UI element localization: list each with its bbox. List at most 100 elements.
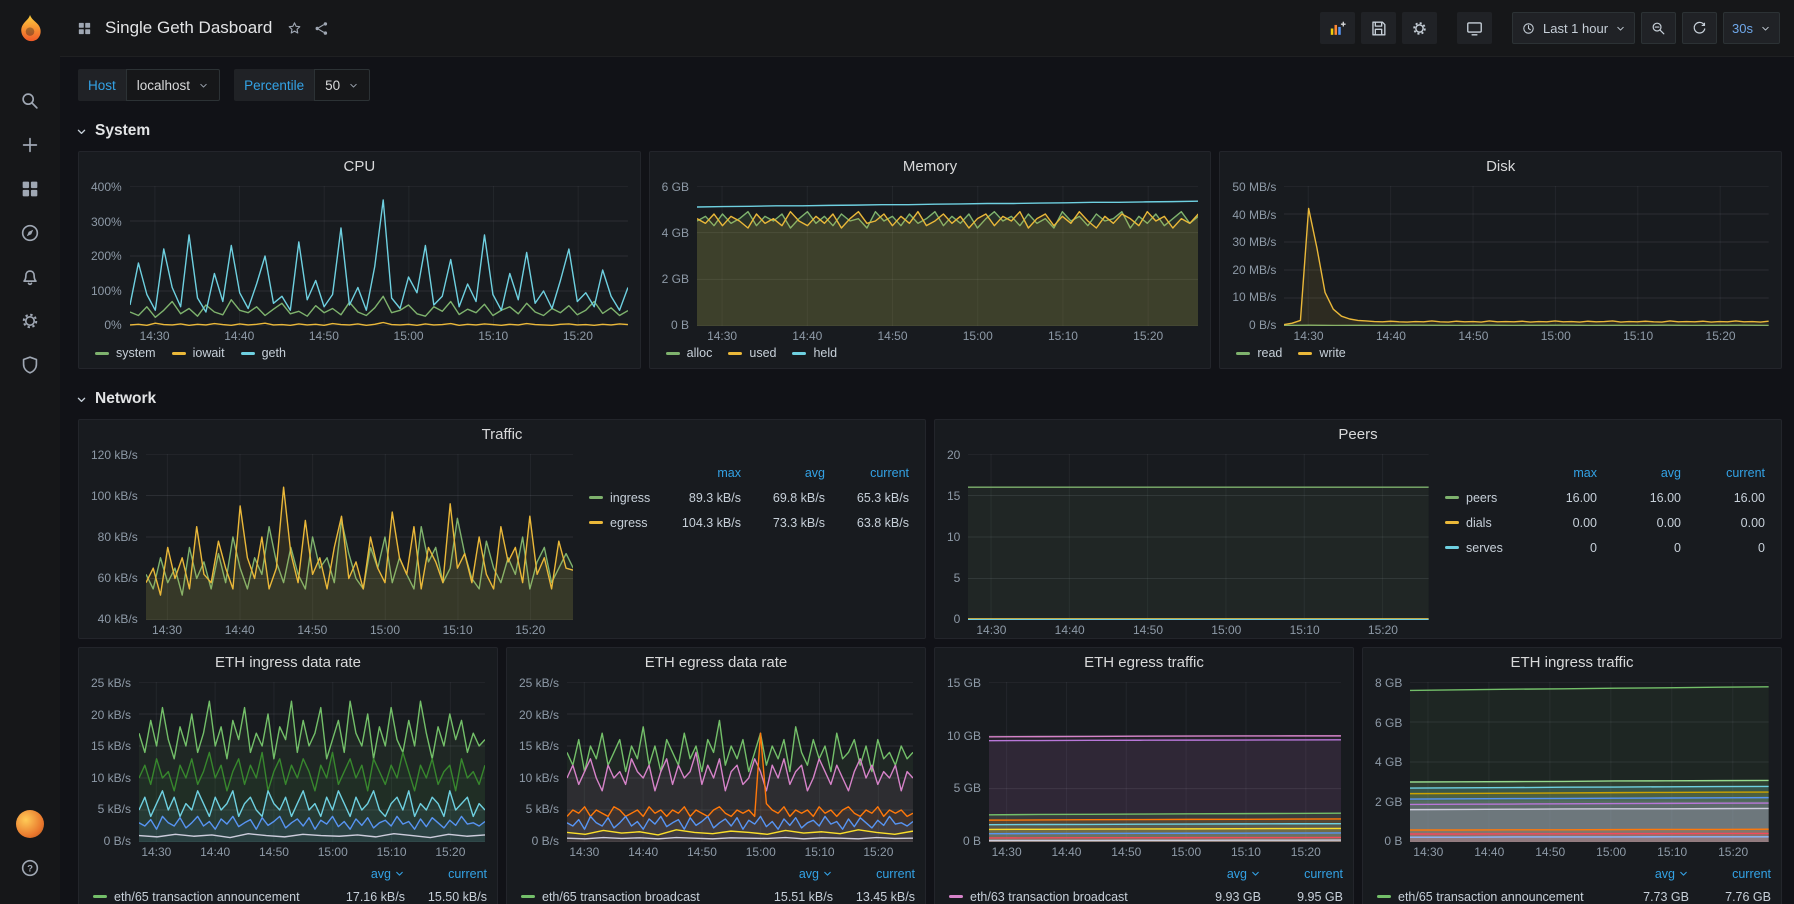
legend-item[interactable]: system [95, 346, 156, 360]
chevron-down-icon [74, 124, 89, 139]
legend-col-current[interactable]: current [1681, 466, 1765, 480]
eth-egress-rate-chart[interactable]: 25 kB/s20 kB/s15 kB/s10 kB/s5 kB/s0 B/s … [507, 676, 925, 860]
plot-area [697, 186, 1198, 326]
network-row-bottom: ETH ingress data rate 25 kB/s20 kB/s15 k… [78, 647, 1782, 904]
panel-title[interactable]: Memory [650, 152, 1211, 180]
legend-label: ingress [610, 491, 650, 505]
main-area: Single Geth Dasboard [60, 0, 1794, 904]
panel-title[interactable]: ETH ingress data rate [79, 648, 497, 676]
panel-peers: Peers 20151050 14:3014:4014:5015:0015:10… [934, 419, 1782, 639]
legend-label: dials [1466, 516, 1492, 530]
legend-item[interactable]: serves [1445, 541, 1513, 555]
legend-col-current[interactable]: current [825, 466, 909, 480]
legend-col-avg[interactable]: avg [1597, 867, 1689, 881]
grafana-logo[interactable] [0, 0, 60, 57]
panel-title[interactable]: ETH egress traffic [935, 648, 1353, 676]
legend-item[interactable]: used [728, 346, 776, 360]
zoom-out-button[interactable] [1641, 12, 1676, 44]
legend-item[interactable]: eth/65 transaction announcement [1377, 890, 1597, 904]
legend-item[interactable]: peers [1445, 491, 1513, 505]
user-avatar[interactable] [0, 802, 60, 846]
legend-item[interactable]: alloc [666, 346, 713, 360]
legend-item[interactable]: egress [589, 516, 657, 530]
add-panel-icon [1328, 19, 1347, 38]
legend-item[interactable]: dials [1445, 516, 1513, 530]
legend-col-max[interactable]: max [657, 466, 741, 480]
x-axis-labels: 14:3014:4014:5015:0015:1015:20 [139, 842, 485, 860]
legend-item[interactable]: read [1236, 346, 1282, 360]
x-axis-labels: 14:3014:4014:5015:0015:1015:20 [146, 620, 573, 638]
stat-avg: 16.00 [1597, 491, 1681, 505]
server-admin-shield-icon[interactable] [0, 343, 60, 387]
legend-col-avg[interactable]: avg [741, 466, 825, 480]
panel-title[interactable]: Disk [1220, 152, 1781, 180]
legend-col-avg[interactable]: avg [313, 867, 405, 881]
panel-title[interactable]: Traffic [79, 420, 925, 448]
legend-row: egress 104.3 kB/s 73.3 kB/s 63.8 kB/s [589, 510, 909, 535]
legend-col-avg[interactable]: avg [1597, 466, 1681, 480]
peers-chart[interactable]: 20151050 14:3014:4014:5015:0015:1015:20 [935, 448, 1441, 638]
row-header-system[interactable]: System [74, 117, 1782, 145]
series-marker [1445, 496, 1459, 499]
stat-current: 63.8 kB/s [825, 516, 909, 530]
legend-item[interactable]: eth/65 transaction announcement [93, 890, 313, 904]
search-icon[interactable] [0, 79, 60, 123]
refresh-interval-button[interactable]: 30s [1723, 12, 1780, 44]
panel-title[interactable]: ETH egress data rate [507, 648, 925, 676]
legend-item[interactable]: write [1298, 346, 1345, 360]
share-icon[interactable] [313, 20, 330, 37]
legend-col-avg[interactable]: avg [741, 867, 833, 881]
legend-col-current[interactable]: current [1689, 867, 1771, 881]
panel-title[interactable]: ETH ingress traffic [1363, 648, 1781, 676]
cpu-chart[interactable]: 400%300%200%100%0% 14:3014:4014:5015:001… [79, 180, 640, 344]
x-axis-labels: 14:3014:4014:5015:0015:1015:20 [697, 326, 1198, 344]
legend-item[interactable]: eth/65 transaction broadcast [521, 890, 741, 904]
legend-item[interactable]: geth [241, 346, 286, 360]
disk-chart[interactable]: 50 MB/s40 MB/s30 MB/s20 MB/s10 MB/s0 B/s… [1220, 180, 1781, 344]
legend-col-avg[interactable]: avg [1169, 867, 1261, 881]
legend-label: held [813, 346, 837, 360]
memory-chart[interactable]: 6 GB4 GB2 GB0 B 14:3014:4014:5015:0015:1… [650, 180, 1211, 344]
variable-selected-percentile: 50 [325, 78, 340, 93]
legend-col-current[interactable]: current [405, 867, 487, 881]
explore-compass-icon[interactable] [0, 211, 60, 255]
panel-title[interactable]: Peers [935, 420, 1781, 448]
row-header-network[interactable]: Network [74, 385, 1782, 413]
legend-item[interactable]: eth/63 transaction broadcast [949, 890, 1169, 904]
legend-header: avg current [1377, 862, 1771, 885]
variable-percentile: Percentile 50 [234, 69, 370, 101]
traffic-chart[interactable]: 120 kB/s100 kB/s80 kB/s60 kB/s40 kB/s 14… [79, 448, 585, 638]
legend-item[interactable]: held [792, 346, 837, 360]
dashboard-title[interactable]: Single Geth Dasboard [105, 18, 272, 38]
legend-item[interactable]: ingress [589, 491, 657, 505]
eth-egress-traffic-chart[interactable]: 15 GB10 GB5 GB0 B 14:3014:4014:5015:0015… [935, 676, 1353, 860]
save-dashboard-button[interactable] [1361, 12, 1396, 44]
star-icon[interactable] [286, 20, 303, 37]
help-icon[interactable]: ? [0, 846, 60, 890]
stat-current: 16.00 [1681, 491, 1765, 505]
refresh-button[interactable] [1682, 12, 1717, 44]
legend-col-current[interactable]: current [833, 867, 915, 881]
dashboard-settings-button[interactable] [1402, 12, 1437, 44]
system-row: CPU 400%300%200%100%0% 14:3014:4014:5015… [78, 151, 1782, 369]
eth-ingress-rate-chart[interactable]: 25 kB/s20 kB/s15 kB/s10 kB/s5 kB/s0 B/s … [79, 676, 497, 860]
legend-item[interactable]: iowait [172, 346, 225, 360]
create-plus-icon[interactable] [0, 123, 60, 167]
dashboards-icon[interactable] [0, 167, 60, 211]
chevron-down-icon [1760, 23, 1771, 34]
eth-ingress-traffic-chart[interactable]: 8 GB6 GB4 GB2 GB0 B 14:3014:4014:5015:00… [1363, 676, 1781, 860]
plot-area [1410, 682, 1769, 842]
legend-col-current[interactable]: current [1261, 867, 1343, 881]
variable-value-host[interactable]: localhost [126, 69, 220, 101]
plot-area [989, 682, 1341, 842]
legend-col-max[interactable]: max [1513, 466, 1597, 480]
time-range-button[interactable]: Last 1 hour [1512, 12, 1635, 44]
add-panel-button[interactable] [1320, 12, 1355, 44]
variable-value-percentile[interactable]: 50 [314, 69, 370, 101]
panel-title[interactable]: CPU [79, 152, 640, 180]
plot-area [146, 454, 573, 620]
configuration-gear-icon[interactable] [0, 299, 60, 343]
cycle-view-button[interactable] [1457, 12, 1492, 44]
alerting-bell-icon[interactable] [0, 255, 60, 299]
legend-label: read [1257, 346, 1282, 360]
